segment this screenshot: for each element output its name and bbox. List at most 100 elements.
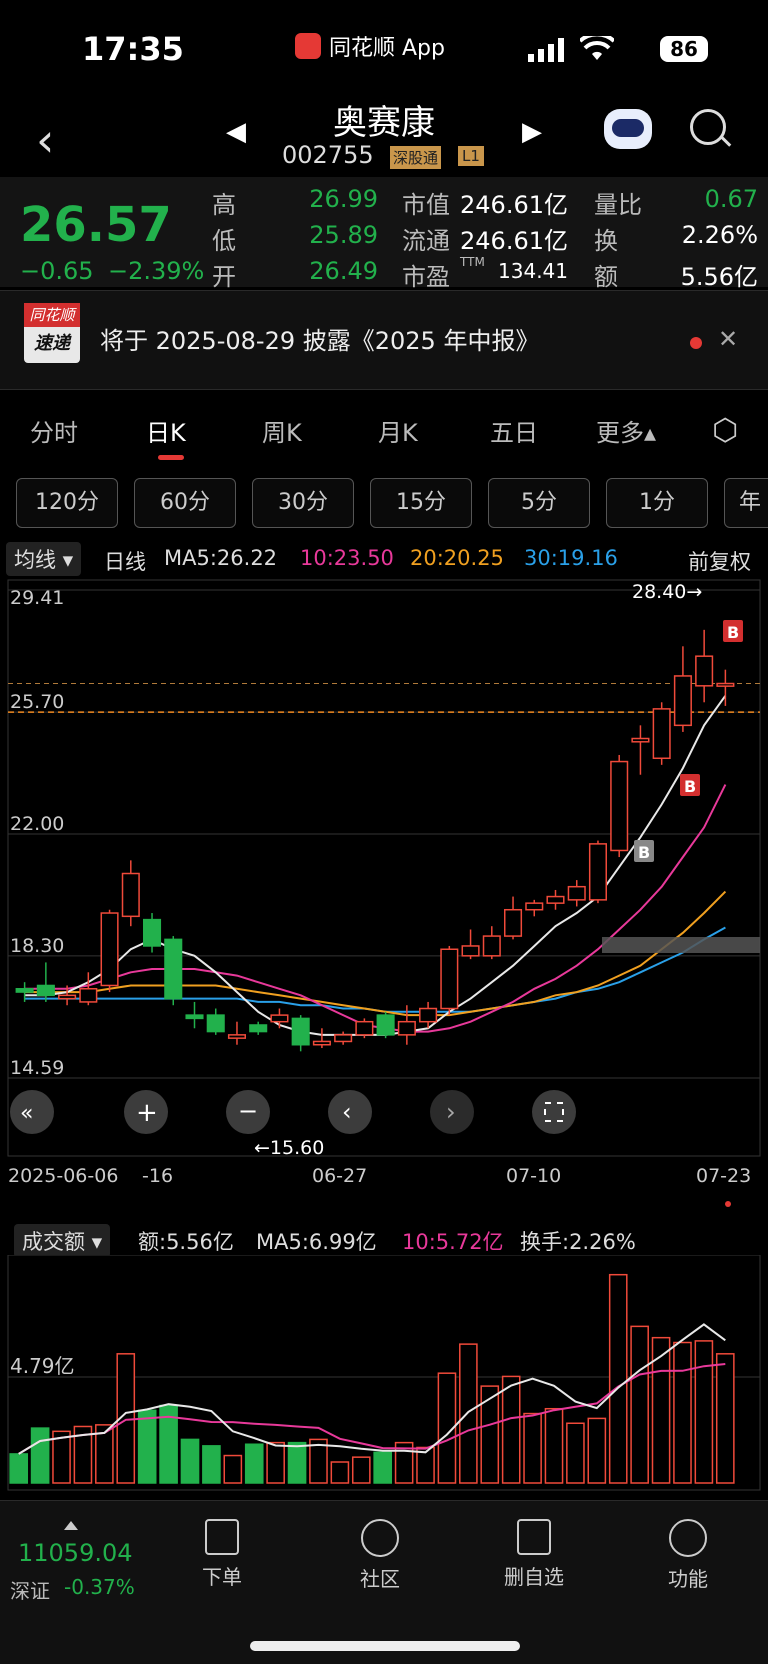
candle-body	[546, 895, 565, 904]
svg-text:+: +	[136, 1098, 158, 1128]
candlestick-chart[interactable]: 29.41 25.70 22.00 18.30 14.59 2025-06-06 -16 0…	[0, 578, 768, 1218]
stock-header: ‹ ◀ 奥赛康 ▶ 002755 深股通 L1	[0, 95, 768, 177]
candle-body	[631, 737, 650, 743]
settings-hexagon-icon[interactable]: ⬡	[712, 413, 738, 448]
candle-body	[291, 1017, 310, 1046]
candle-body	[716, 682, 735, 687]
svg-text:B: B	[638, 843, 650, 862]
exchange-tag: 深股通	[390, 146, 442, 169]
svg-text:«: «	[20, 1101, 33, 1126]
high-value: 26.99	[309, 185, 378, 213]
mcap-label: 市值	[402, 191, 450, 219]
candle	[588, 840, 608, 904]
candle-body	[142, 918, 162, 947]
volume-bar	[351, 1456, 371, 1484]
volume-bar	[244, 1443, 264, 1484]
low-annotation: ←15.60	[254, 1137, 324, 1159]
battery-indicator: 86	[660, 36, 708, 62]
ma-legend: 均线 ▾ 日线 MA5:26.22 10:23.50 20:20.25 30:1…	[0, 540, 768, 580]
volume-chart[interactable]: 4.79亿	[0, 1255, 768, 1495]
candle-body	[58, 994, 77, 1000]
svg-text:‹: ‹	[342, 1098, 352, 1126]
volume-ratio-label: 量比	[594, 191, 642, 219]
signal-icon	[528, 38, 564, 62]
period-5min[interactable]: 5分	[488, 478, 590, 528]
status-app: 同花顺 App	[295, 30, 445, 62]
volume-turnover: 换手:2.26%	[520, 1230, 636, 1254]
candle-body	[503, 908, 523, 937]
search-icon[interactable]	[690, 109, 726, 145]
x-axis-label: 06-27	[312, 1165, 367, 1187]
volume-indicator-selector[interactable]: 成交额 ▾	[14, 1224, 111, 1258]
candle-body	[355, 1020, 374, 1036]
order-label: 下单	[202, 1565, 242, 1589]
index-change: -0.37%	[64, 1575, 135, 1599]
candle-body	[164, 938, 183, 1000]
notice-banner[interactable]: 同花顺 速递 将于 2025-08-29 披露《2025 年中报》 ✕	[0, 290, 768, 390]
remove-watchlist-button[interactable]: 删自选	[474, 1519, 594, 1590]
period-15min[interactable]: 15分	[370, 478, 472, 528]
order-document-icon	[205, 1519, 239, 1555]
open-value: 26.49	[309, 257, 378, 285]
x-axis-label: -16	[142, 1165, 173, 1187]
ma30-value: 30:19.16	[524, 546, 618, 570]
volume-bar	[223, 1454, 243, 1484]
high-annotation: 28.40→	[632, 581, 702, 603]
tab-intraday[interactable]: 分时	[30, 413, 78, 448]
float-value: 246.61亿	[460, 227, 568, 255]
turnover-value: 2.26%	[681, 221, 758, 249]
volume-bar	[587, 1417, 607, 1484]
volume-ma10: 10:5.72亿	[402, 1230, 504, 1254]
open-label: 开	[212, 263, 236, 291]
price-change-pct: −2.39%	[108, 257, 205, 285]
tab-monthly-k[interactable]: 月K	[378, 413, 418, 448]
low-value: 25.89	[309, 221, 378, 249]
ai-assistant-robot-icon[interactable]	[604, 109, 652, 149]
status-app-name: 同花顺 App	[329, 36, 445, 61]
period-120min[interactable]: 120分	[16, 478, 118, 528]
svg-text:B: B	[727, 623, 739, 642]
next-stock-arrow-icon[interactable]: ▶	[522, 117, 542, 147]
functions-button[interactable]: 功能	[628, 1519, 748, 1592]
tab-weekly-k[interactable]: 周K	[262, 413, 302, 448]
functions-menu-icon	[669, 1519, 707, 1557]
candle	[100, 909, 119, 993]
indicator-selector[interactable]: 均线 ▾	[6, 542, 82, 576]
close-icon[interactable]: ✕	[718, 325, 738, 353]
turnover-label: 换	[594, 227, 618, 255]
adjust-mode[interactable]: 前复权	[688, 546, 751, 576]
candle	[440, 945, 459, 1016]
chip-zone-bar	[602, 937, 760, 953]
candle-body	[567, 885, 586, 901]
candle-body	[440, 948, 459, 1010]
status-bar: 17:35 同花顺 App 86	[0, 0, 768, 95]
candle-body	[227, 1034, 247, 1039]
y-tick-label: 25.70	[10, 691, 64, 713]
y-tick-label: 22.00	[10, 813, 64, 835]
order-button[interactable]: 下单	[162, 1519, 282, 1590]
volume-bar	[266, 1441, 285, 1484]
period-30min[interactable]: 30分	[252, 478, 354, 528]
period-year[interactable]: 年	[724, 478, 768, 528]
ma10-value: 10:23.50	[300, 546, 394, 570]
period-1min[interactable]: 1分	[606, 478, 708, 528]
tab-more[interactable]: 更多▴	[596, 413, 656, 448]
active-tab-indicator	[158, 455, 184, 460]
tab-daily-k[interactable]: 日K	[146, 413, 186, 448]
community-button[interactable]: 社区	[320, 1519, 440, 1592]
x-axis-label: 07-10	[506, 1165, 561, 1187]
x-labels: 2025-06-06 -16 06-27 07-10 07-23	[8, 1165, 751, 1207]
app-logo-icon	[295, 33, 321, 59]
index-value[interactable]: 11059.04	[18, 1539, 133, 1567]
candle-body	[100, 912, 119, 987]
candle-body	[249, 1024, 268, 1033]
volume-bar	[480, 1385, 500, 1484]
ma5-value: MA5:26.22	[164, 546, 278, 570]
fullscreen-icon[interactable]	[532, 1090, 576, 1134]
expand-up-icon[interactable]	[64, 1521, 78, 1530]
tab-five-day[interactable]: 五日	[490, 413, 538, 448]
volume-ratio-value: 0.67	[704, 185, 758, 213]
period-60min[interactable]: 60分	[134, 478, 236, 528]
candle-body	[482, 935, 501, 957]
volume-bar	[715, 1353, 735, 1484]
